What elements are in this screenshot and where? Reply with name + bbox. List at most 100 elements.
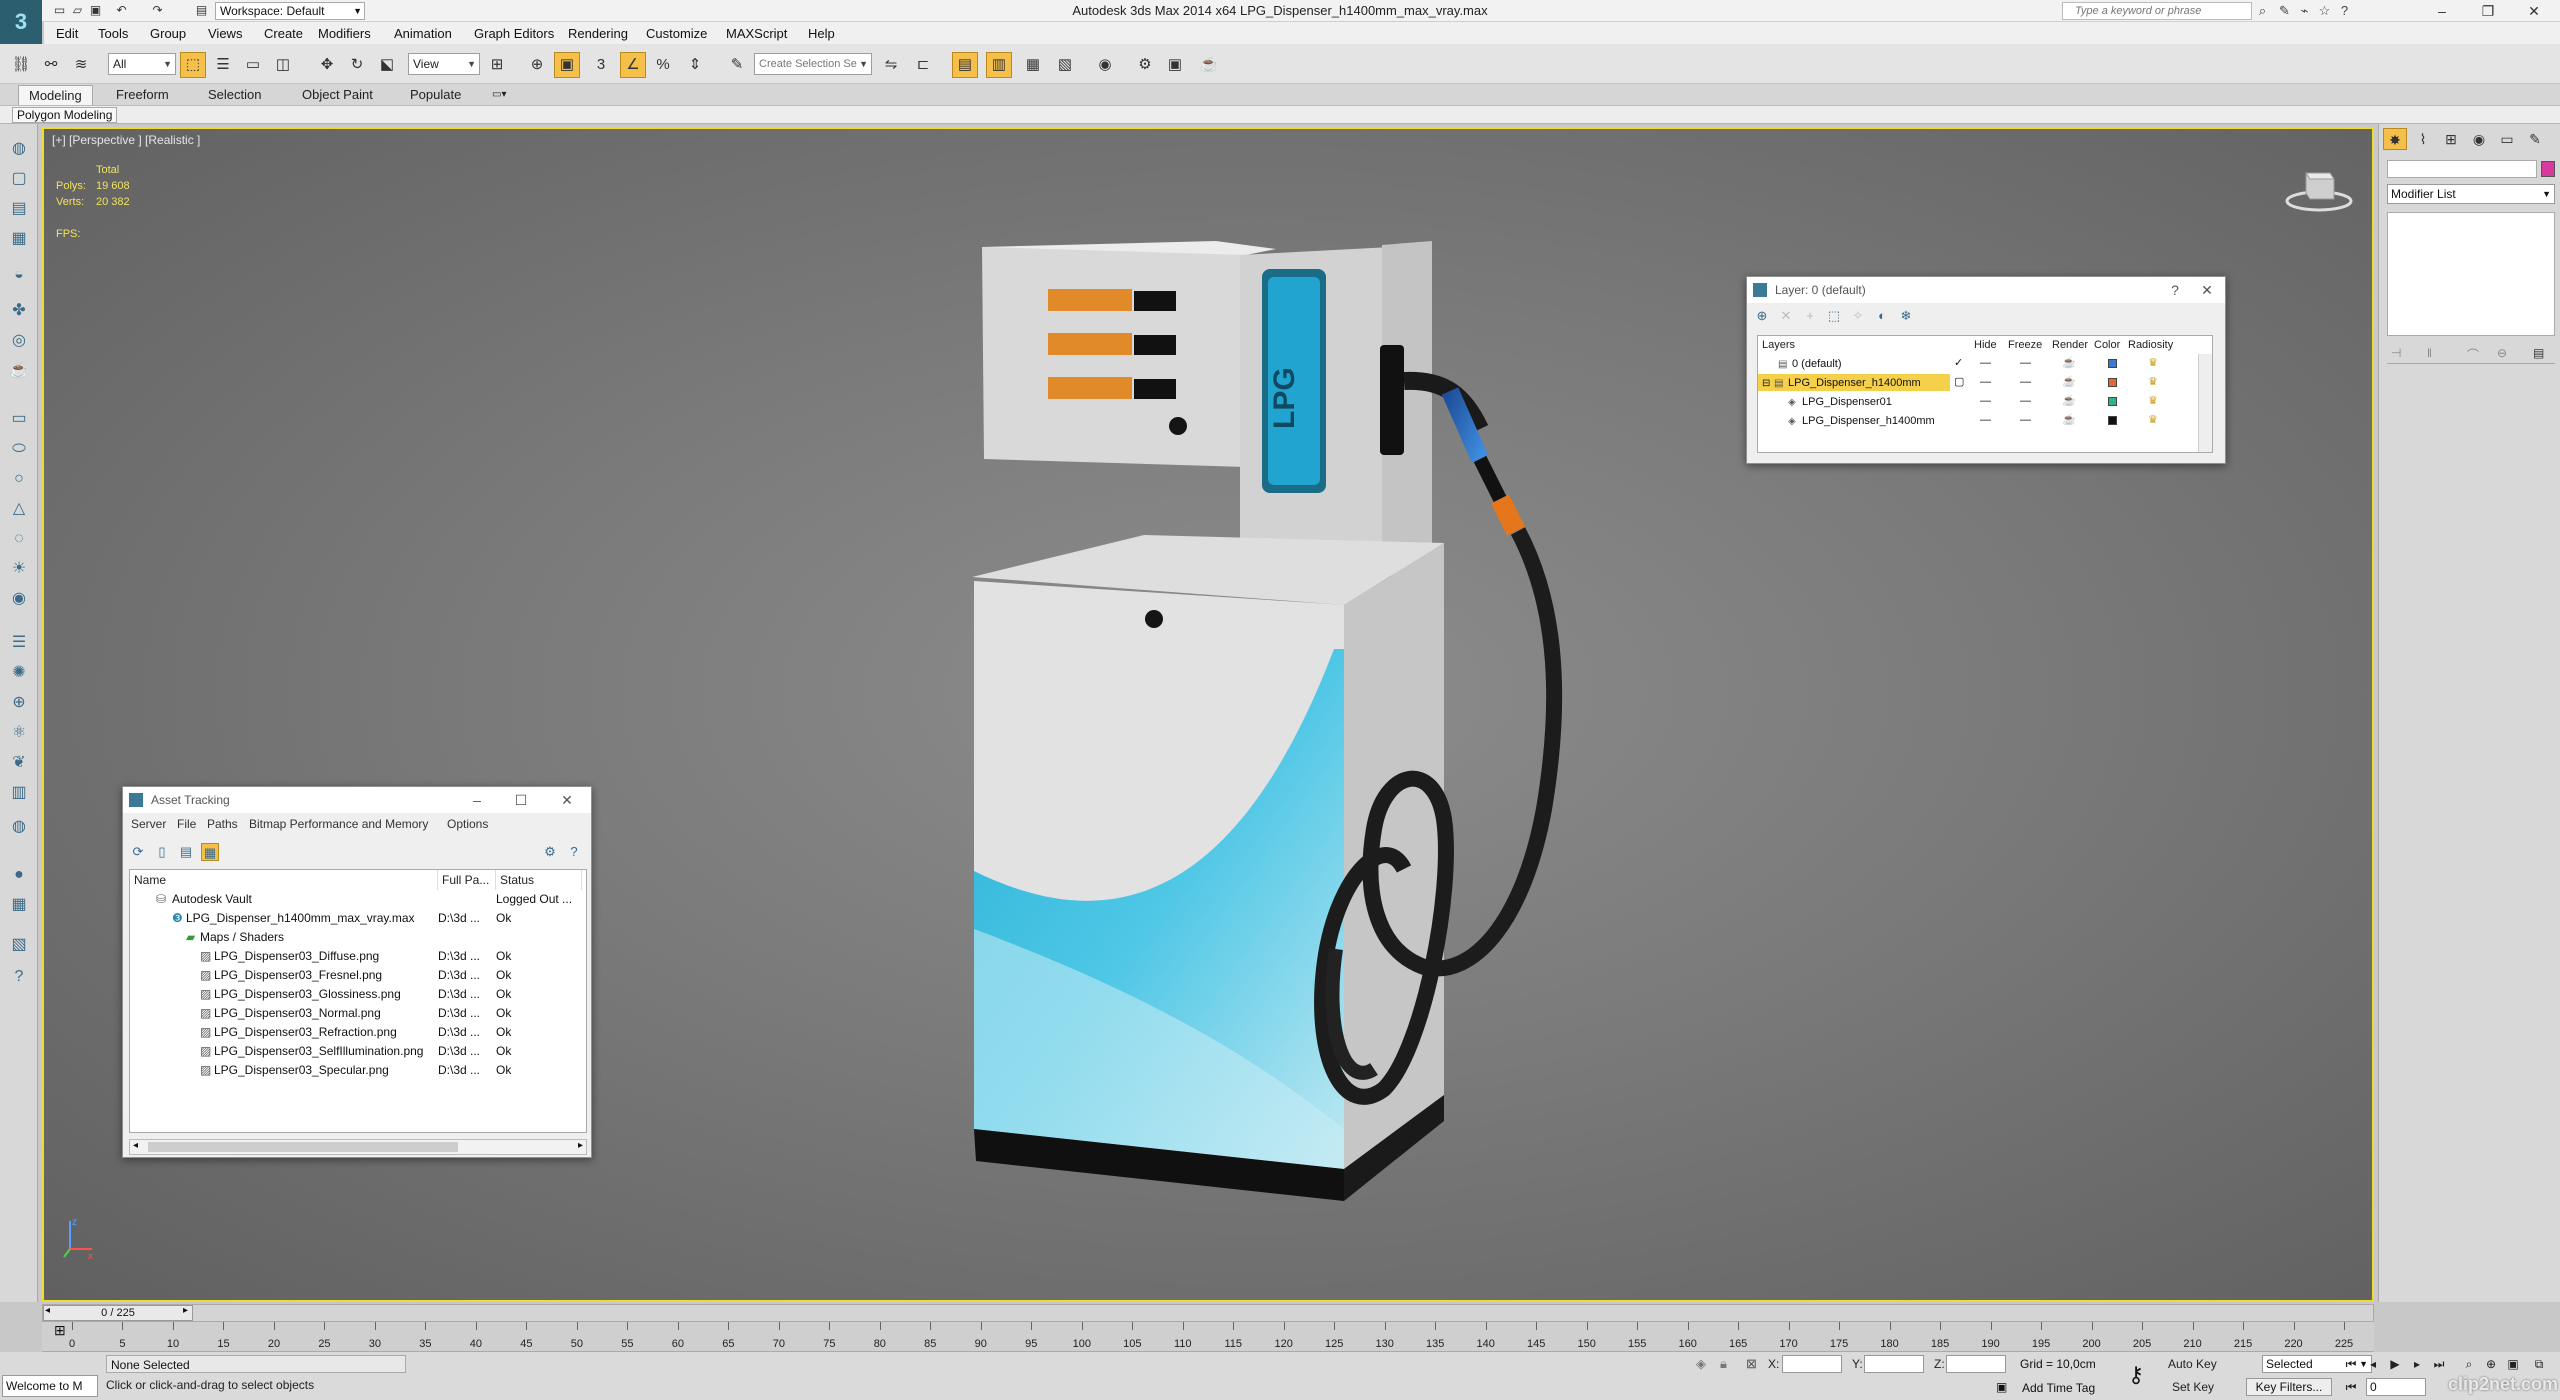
menu-help[interactable]: Help <box>808 26 835 41</box>
zoom-all-icon[interactable]: ⊕ <box>2482 1355 2500 1373</box>
pin-stack-icon[interactable]: ⊣ <box>2391 346 2401 360</box>
time-next-icon[interactable]: ▸ <box>183 1305 188 1316</box>
asset-help-icon[interactable]: ? <box>565 843 583 861</box>
layer-color-swatch[interactable] <box>2108 416 2117 425</box>
time-slider[interactable]: 0 / 225 ◂ ▸ <box>42 1304 2374 1322</box>
hierarchy-icon[interactable]: ▤ <box>8 198 30 220</box>
make-unique-icon[interactable]: ⌒ <box>2467 346 2479 363</box>
hide-toggle[interactable]: — <box>1980 411 1991 430</box>
layer-manager-icon[interactable]: ▤ <box>952 52 978 78</box>
layer-color-swatch[interactable] <box>2108 378 2117 387</box>
menu-create[interactable]: Create <box>264 26 303 41</box>
render-production-icon[interactable]: ☕ <box>1196 52 1222 78</box>
render-toggle-icon[interactable]: ☕ <box>2062 411 2076 430</box>
sphere-icon[interactable]: ○ <box>8 468 30 490</box>
freeze-toggle[interactable]: — <box>2020 354 2031 373</box>
workspace-dropdown[interactable]: Workspace: Default ▼ <box>215 2 365 20</box>
auto-key-button[interactable]: Auto Key <box>2168 1357 2217 1371</box>
asset-menu-paths[interactable]: Paths <box>207 817 238 831</box>
current-layer-check[interactable]: ▢ <box>1954 373 1964 392</box>
subscription-icon[interactable]: ✎ <box>2276 2 2293 19</box>
object-color-swatch[interactable] <box>2541 161 2555 177</box>
selection-filter-dropdown[interactable]: All ▼ <box>108 53 176 75</box>
light-icon[interactable]: ☀ <box>8 558 30 580</box>
full-path-column-header[interactable]: Full Pa... <box>438 870 496 890</box>
graphite-toggle-icon[interactable]: ▥ <box>986 52 1012 78</box>
render-setup-icon[interactable]: ⚙ <box>1132 52 1158 78</box>
rotate-icon[interactable]: ↻ <box>344 52 370 78</box>
snaps-toggle-icon[interactable]: 3 <box>588 52 614 78</box>
absolute-mode-icon[interactable]: ⊠ <box>1746 1356 1757 1372</box>
motion-icon[interactable]: ▦ <box>8 228 30 250</box>
zoom-extents-icon[interactable]: ▣ <box>2504 1355 2522 1373</box>
create-tab-icon[interactable]: ✸ <box>2383 128 2407 150</box>
asset-menu-options[interactable]: Options <box>447 817 488 831</box>
hide-toggle[interactable]: — <box>1980 373 1991 392</box>
freeze-all-layers-icon[interactable]: ❄ <box>1897 307 1915 325</box>
current-frame-field[interactable]: 0 <box>2366 1378 2426 1396</box>
select-manipulate-icon[interactable]: ⊕ <box>524 52 550 78</box>
scale-icon[interactable]: ⬕ <box>374 52 400 78</box>
asset-minimize-button[interactable]: – <box>463 787 491 813</box>
asset-close-button[interactable]: ✕ <box>553 787 581 813</box>
ribbon-tab-freeform[interactable]: Freeform <box>106 85 179 105</box>
scroll-thumb[interactable] <box>148 1142 458 1152</box>
asset-row[interactable]: ▨ LPG_Dispenser03_Specular.png D:\3d ...… <box>130 1061 586 1080</box>
window-crossing-icon[interactable]: ◫ <box>270 52 296 78</box>
ribbon-options-icon[interactable]: ▭▾ <box>482 85 516 105</box>
display-tab-icon[interactable]: ▭ <box>2495 128 2519 150</box>
play-icon[interactable]: ▶ <box>2386 1355 2404 1373</box>
freeze-toggle[interactable]: — <box>2020 411 2031 430</box>
collapse-icon[interactable]: ⊟ <box>1762 374 1770 393</box>
color-column-header[interactable]: Color <box>2094 336 2120 354</box>
reference-coordinate-dropdown[interactable]: View ▼ <box>408 53 480 75</box>
create-layer-icon[interactable]: ⊕ <box>1753 307 1771 325</box>
ribbon-polygon-modeling[interactable]: Polygon Modeling <box>12 107 118 123</box>
asset-row[interactable]: ▨ LPG_Dispenser03_Fresnel.png D:\3d ... … <box>130 966 586 985</box>
render-toggle-icon[interactable]: ☕ <box>2062 392 2076 411</box>
remove-modifier-icon[interactable]: ⊖ <box>2497 346 2507 360</box>
ribbon-tab-selection[interactable]: Selection <box>198 85 271 105</box>
asset-menu-file[interactable]: File <box>177 817 196 831</box>
isolate-toggle-icon[interactable]: ◈ <box>1696 1356 1706 1372</box>
project-folder-icon[interactable]: ▤ <box>194 3 209 18</box>
delete-layer-icon[interactable]: ✕ <box>1777 307 1795 325</box>
layer-vscroll[interactable] <box>2198 354 2212 452</box>
asset-row[interactable]: ▰ Maps / Shaders <box>130 928 586 947</box>
key-filters-button[interactable]: Key Filters... <box>2246 1378 2332 1396</box>
redo-icon[interactable]: ↷ <box>150 3 165 18</box>
menu-modifiers[interactable]: Modifiers <box>318 26 371 41</box>
select-object-icon[interactable]: ⬚ <box>180 52 206 78</box>
radiosity-icon[interactable]: ♛ <box>2148 354 2158 373</box>
show-end-result-icon[interactable]: ‖ <box>2427 346 2432 360</box>
angle-snap-icon[interactable]: ∠ <box>620 52 646 78</box>
motion-tab-icon[interactable]: ◉ <box>2467 128 2491 150</box>
dynamics-icon[interactable]: ⚛ <box>8 722 30 744</box>
asset-horizontal-scrollbar[interactable]: ◂ ▸ <box>129 1139 587 1155</box>
scroll-right-icon[interactable]: ▸ <box>578 1140 583 1151</box>
layer-help-button[interactable]: ? <box>2161 277 2189 303</box>
particles-icon[interactable]: ✺ <box>8 662 30 684</box>
maxscript-listener[interactable]: Welcome to M <box>2 1375 98 1397</box>
next-frame-icon[interactable]: ▸ <box>2408 1355 2426 1373</box>
select-by-name-icon[interactable]: ☰ <box>210 52 236 78</box>
search-input[interactable]: Type a keyword or phrase <box>2062 2 2252 20</box>
utilities-tab-icon[interactable]: ✎ <box>2523 128 2547 150</box>
menu-edit[interactable]: Edit <box>56 26 78 41</box>
layers-column-header[interactable]: Layers <box>1762 336 1795 354</box>
foliage-icon[interactable]: ❦ <box>8 752 30 774</box>
edit-named-selections-icon[interactable]: ✎ <box>724 52 750 78</box>
render-sphere-icon[interactable]: ● <box>8 864 30 886</box>
layer-color-swatch[interactable] <box>2108 397 2117 406</box>
z-coordinate-field[interactable] <box>1946 1355 2006 1373</box>
ribbon-tab-object-paint[interactable]: Object Paint <box>292 85 383 105</box>
layer-manager-window[interactable]: Layer: 0 (default) ? ✕ ⊕ ✕ + ⬚ ✧ ◐ ❄ Lay… <box>1746 276 2226 464</box>
scene-explorer-icon[interactable]: ▦ <box>8 894 30 916</box>
radiosity-icon[interactable]: ♛ <box>2148 373 2158 392</box>
ribbon-tab-modeling[interactable]: Modeling <box>18 85 93 105</box>
select-link-icon[interactable]: ⛓ <box>8 52 34 78</box>
time-prev-icon[interactable]: ◂ <box>45 1305 50 1316</box>
spinner-snap-icon[interactable]: ⇕ <box>682 52 708 78</box>
layer-row[interactable]: ⊟ ▤ LPG_Dispenser_h1400mm ▢ — — ☕ ♛ <box>1758 373 2198 392</box>
close-button[interactable]: ✕ <box>2512 0 2556 22</box>
